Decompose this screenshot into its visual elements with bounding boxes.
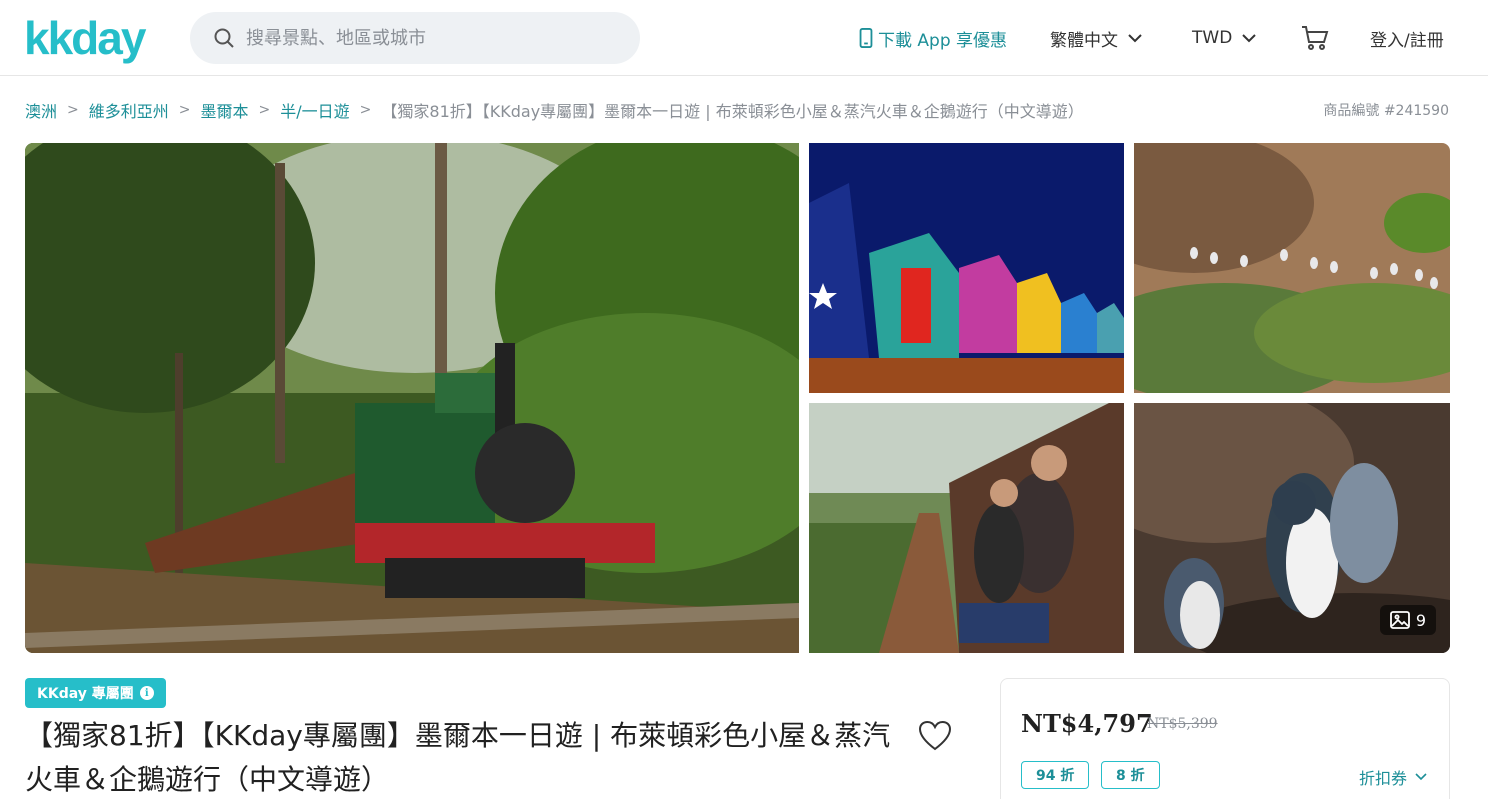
cart-button[interactable] xyxy=(1300,0,1330,76)
train-passengers-photo xyxy=(809,403,1124,653)
breadcrumb-current: 【獨家81折】【KKday專屬團】墨爾本一日遊 | 布萊頓彩色小屋＆蒸汽火車＆企… xyxy=(381,102,1084,121)
search-bar[interactable] xyxy=(190,12,640,64)
site-header: kkday 下載 App 享優惠 繁體中文 TWD xyxy=(0,0,1488,76)
original-price: NT$5,399 xyxy=(1147,716,1218,732)
beach-huts-photo xyxy=(809,143,1124,393)
currency-label: TWD xyxy=(1192,28,1233,48)
gallery-thumb-penguins-closeup[interactable]: 9 xyxy=(1134,403,1450,653)
gallery-thumb-beach-huts[interactable] xyxy=(809,143,1124,393)
chevron-right-icon: > xyxy=(258,102,271,118)
photo-count-label: 9 xyxy=(1415,610,1426,630)
chevron-down-icon xyxy=(1415,773,1427,781)
chevron-right-icon: > xyxy=(178,102,191,118)
gallery-main-photo-steam-train[interactable] xyxy=(25,143,799,653)
download-app-label: 下載 App 享優惠 xyxy=(878,30,1008,51)
breadcrumb: 澳洲 > 維多利亞州 > 墨爾本 > 半/一日遊 > 【獨家81折】【KKday… xyxy=(25,98,1084,122)
chevron-right-icon: > xyxy=(359,102,372,118)
breadcrumb-item-australia[interactable]: 澳洲 xyxy=(25,98,57,122)
steam-train-photo xyxy=(25,143,799,653)
gallery-thumb-train-passengers[interactable] xyxy=(809,403,1124,653)
download-app-link[interactable]: 下載 App 享優惠 xyxy=(858,0,1007,76)
chevron-right-icon: > xyxy=(67,102,79,118)
exclusive-tour-badge[interactable]: KKday 專屬團 i xyxy=(25,678,166,708)
chevron-down-icon xyxy=(1128,34,1142,43)
search-input[interactable] xyxy=(246,27,626,49)
coupon-label: 折扣券 xyxy=(1358,769,1407,788)
penguin-parade-photo xyxy=(1134,143,1450,393)
discount-tag-94[interactable]: 94 折 xyxy=(1021,761,1090,789)
coupon-dropdown[interactable]: 折扣券 xyxy=(1359,765,1427,789)
phone-icon xyxy=(859,28,873,48)
logo-text: kkday xyxy=(24,12,146,64)
login-link[interactable]: 登入/註冊 xyxy=(1370,0,1444,76)
gallery-thumb-penguin-parade[interactable] xyxy=(1134,143,1450,393)
breadcrumb-item-melbourne[interactable]: 墨爾本 xyxy=(201,98,249,122)
breadcrumb-item-day-tours[interactable]: 半/一日遊 xyxy=(280,98,349,122)
photo-count-button[interactable]: 9 xyxy=(1379,605,1436,635)
current-price: NT$4,797 xyxy=(1021,709,1153,738)
product-title: 【獨家81折】【KKday專屬團】墨爾本一日遊 | 布萊頓彩色小屋＆蒸汽火車＆企… xyxy=(25,719,891,796)
product-number: 商品編號 #241590 xyxy=(1323,103,1449,119)
cart-icon xyxy=(1302,26,1329,50)
chevron-down-icon xyxy=(1242,34,1257,43)
info-icon: i xyxy=(139,686,154,700)
kkday-logo[interactable]: kkday xyxy=(24,10,146,66)
image-icon xyxy=(1389,611,1410,629)
search-icon xyxy=(214,28,234,48)
price-panel: NT$4,797 NT$5,399 94 折 8 折 折扣券 xyxy=(1000,678,1450,799)
login-label: 登入/註冊 xyxy=(1370,30,1444,51)
heart-icon[interactable] xyxy=(918,720,952,752)
breadcrumb-item-victoria[interactable]: 維多利亞州 xyxy=(89,98,169,122)
language-label: 繁體中文 xyxy=(1050,30,1118,51)
currency-selector[interactable]: TWD xyxy=(1192,0,1257,76)
language-selector[interactable]: 繁體中文 xyxy=(1050,0,1142,76)
badge-label: KKday 專屬團 xyxy=(37,686,134,702)
discount-tag-80[interactable]: 8 折 xyxy=(1101,761,1160,789)
